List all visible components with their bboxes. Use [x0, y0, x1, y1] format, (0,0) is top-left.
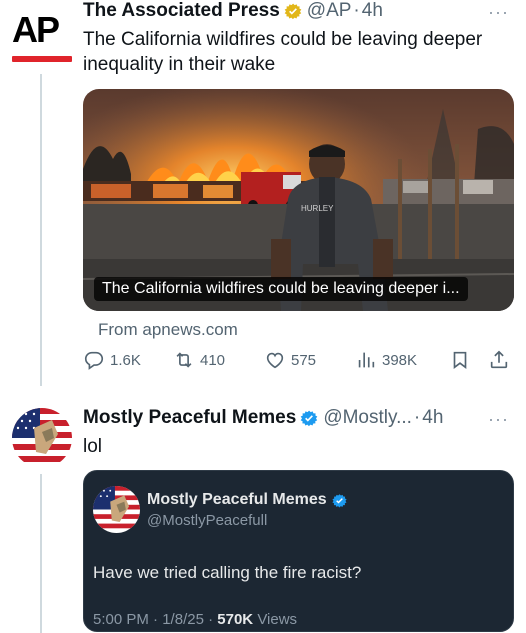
ap-avatar[interactable]: AP: [12, 12, 72, 62]
reply-button[interactable]: 1.6K: [83, 349, 141, 371]
views-button[interactable]: 398K: [355, 349, 417, 371]
views-count: 398K: [382, 351, 418, 369]
gold-verified-icon: [284, 3, 302, 20]
quoted-tweet[interactable]: Mostly Peaceful Memes @MostlyPeacefull H…: [83, 470, 514, 632]
timestamp[interactable]: 4h: [422, 407, 443, 429]
author-handle[interactable]: @AP: [307, 0, 352, 22]
repost-button[interactable]: 410: [173, 349, 225, 371]
ap-logo-underline: [12, 56, 72, 62]
heart-icon: [266, 352, 284, 369]
thread-line-bottom: [40, 474, 42, 633]
timestamp[interactable]: 4h: [362, 0, 383, 22]
ap-logo-text: AP: [12, 9, 60, 50]
quoted-views-label: Views: [257, 611, 298, 628]
card-caption: The California wildfires could be leavin…: [94, 277, 468, 301]
quoted-time: 5:00 PM: [93, 611, 149, 628]
tweet-text: lol: [83, 436, 103, 457]
reply-count: 1.6K: [110, 351, 141, 369]
share-icon: [490, 350, 508, 369]
separator: ·: [413, 407, 421, 428]
thread-line-top: [40, 74, 42, 386]
share-button[interactable]: [488, 349, 515, 371]
reply-icon: [84, 351, 104, 370]
link-card[interactable]: HURLEY The California wildfires could be…: [83, 89, 514, 311]
link-source[interactable]: From apnews.com: [98, 320, 238, 340]
quoted-avatar: [93, 486, 140, 533]
like-button[interactable]: 575: [264, 349, 316, 371]
quoted-views-count: 570K: [217, 611, 254, 628]
more-options-icon[interactable]: ···: [488, 2, 509, 23]
like-count: 575: [291, 351, 317, 369]
shirt-text: HURLEY: [301, 204, 334, 213]
flag-avatar-image: [93, 486, 140, 533]
quoted-date: 1/8/25: [162, 611, 204, 628]
author-name[interactable]: Mostly Peaceful Memes: [83, 407, 296, 429]
action-bar: 1.6K 410 575 398K: [83, 349, 513, 377]
quoted-author-name[interactable]: Mostly Peaceful Memes: [147, 491, 327, 509]
quoted-handle[interactable]: @MostlyPeacefull: [147, 512, 267, 529]
blue-verified-icon: [332, 493, 347, 507]
separator: ·: [353, 0, 360, 21]
tweet-header: The Associated Press @AP · 4h: [83, 0, 383, 22]
views-bars-icon: [358, 352, 375, 368]
quoted-meta: 5:00 PM · 1/8/25 · 570K Views: [93, 611, 297, 628]
repost-icon: [176, 352, 192, 368]
meta-separator: ·: [208, 611, 214, 628]
flag-avatar-image: [12, 408, 72, 468]
bookmark-button[interactable]: [449, 349, 476, 371]
mpm-avatar[interactable]: [12, 408, 72, 468]
tweet-header: Mostly Peaceful Memes @Mostly... · 4h: [83, 407, 443, 429]
bookmark-icon: [453, 351, 467, 369]
quoted-header: Mostly Peaceful Memes: [147, 491, 348, 509]
more-options-icon[interactable]: ···: [488, 409, 509, 430]
tweet-text: The California wildfires could be leavin…: [83, 29, 483, 75]
author-name[interactable]: The Associated Press: [83, 0, 280, 22]
quoted-text: Have we tried calling the fire racist?: [93, 563, 362, 582]
meta-separator: ·: [153, 611, 159, 628]
repost-count: 410: [200, 351, 226, 369]
author-handle[interactable]: @Mostly...: [323, 407, 412, 429]
blue-verified-icon: [300, 410, 318, 427]
